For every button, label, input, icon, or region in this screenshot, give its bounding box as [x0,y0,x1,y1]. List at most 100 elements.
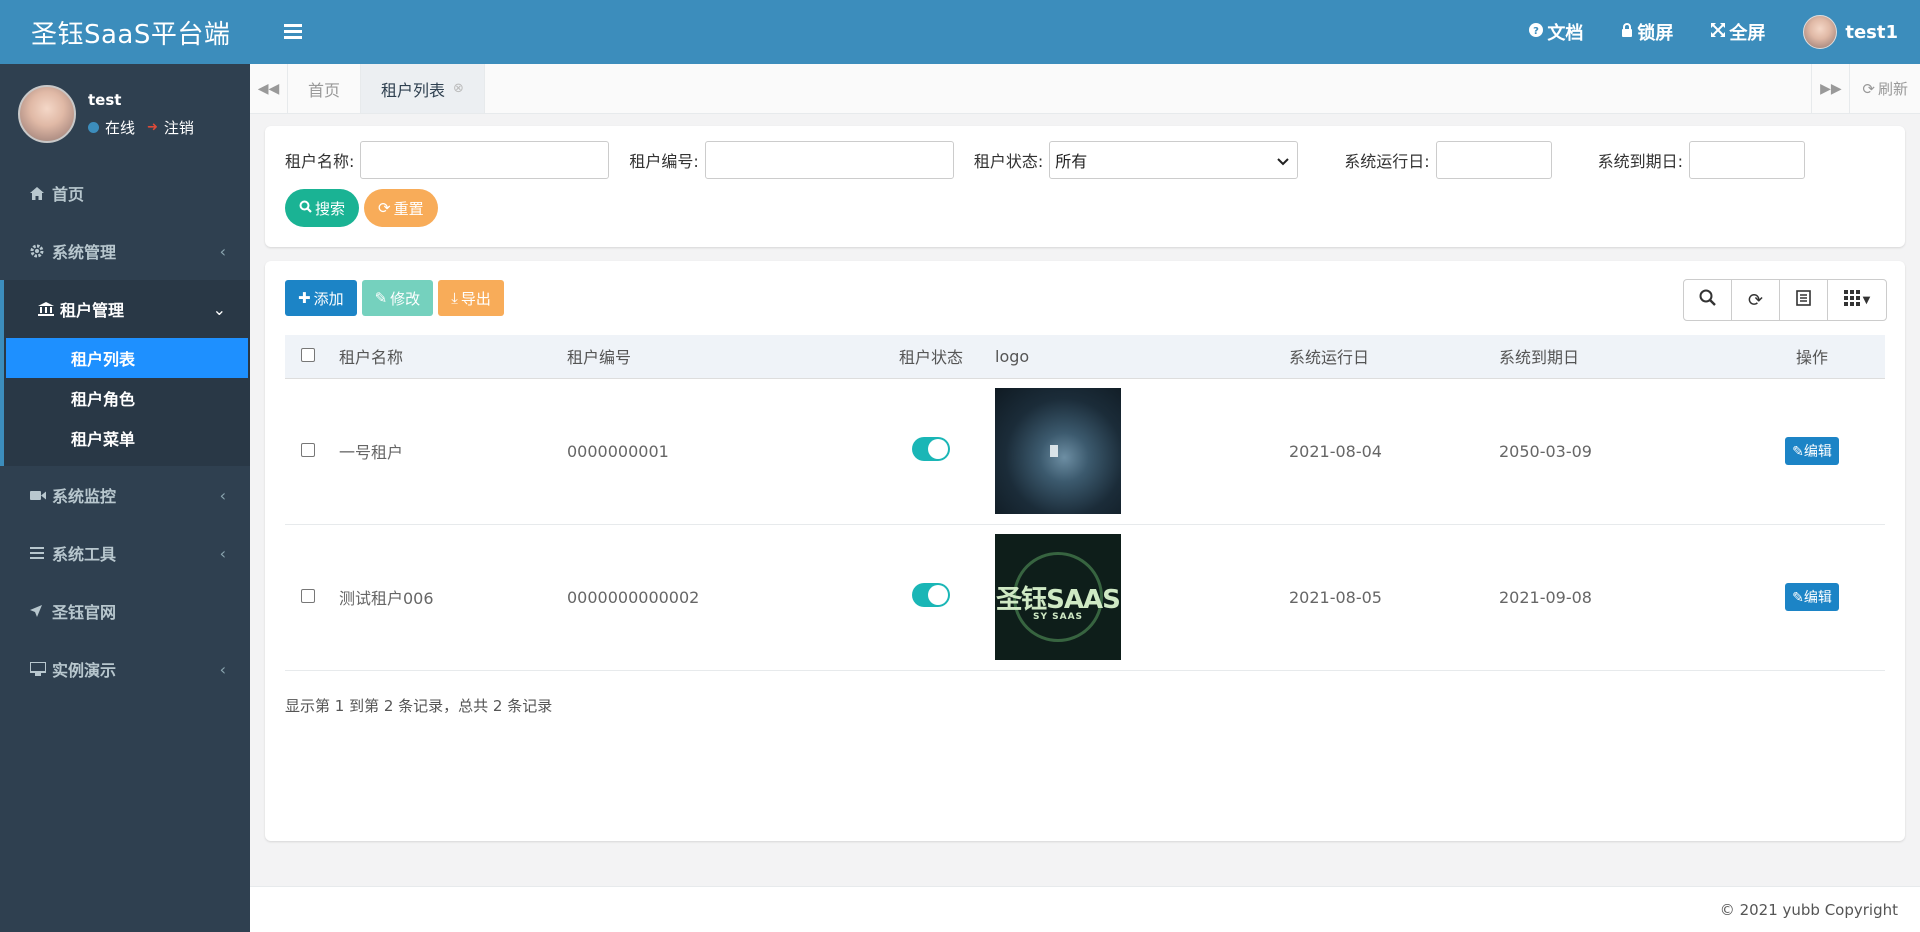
select-all-checkbox[interactable] [301,347,315,362]
submenu-item-tenant-list[interactable]: 租户列表 [6,338,248,378]
search-fields: 租户名称: 租户编号: 租户状态: 所有 系统运行日: 系统到期日: [285,140,1806,180]
bars-icon [30,547,48,559]
close-icon[interactable]: ⊗ [453,81,464,96]
edit-selected-button[interactable]: ✎ 修改 [361,280,434,316]
expire-date-label: 系统到期日: [1597,152,1684,171]
cell-run-date: 2021-08-05 [1289,524,1499,671]
location-arrow-icon [30,605,48,617]
header-username: test1 [1845,21,1898,43]
col-expire-date[interactable]: 系统到期日 [1499,335,1739,379]
tab-scroll-left-button[interactable]: ◀◀ [250,64,288,113]
home-icon [30,186,48,200]
tenant-name-label: 租户名称: [285,152,355,171]
sidebar-item-demo[interactable]: 实例演示 ‹ [0,640,250,698]
reset-button-label: 重置 [393,199,424,218]
sidebar-item-tenant-management[interactable]: 租户管理 ⌄ [0,280,250,338]
select-all-cell [285,335,339,379]
cell-actions: ✎编辑 [1739,524,1885,671]
cell-status [867,524,995,671]
tenant-status-select[interactable]: 所有 [1049,141,1299,179]
toggle-search-button[interactable] [1684,280,1732,320]
tab-tenant-list[interactable]: 租户列表 ⊗ [361,64,485,113]
sidebar-item-system-management[interactable]: 系统管理 ‹ [0,222,250,280]
double-chevron-right-icon: ▶▶ [1820,80,1842,97]
logout-link[interactable]: 注销 [164,117,194,138]
cell-expire-date: 2050-03-09 [1499,378,1739,525]
export-button[interactable]: ⤓ 导出 [438,280,504,316]
col-logo[interactable]: logo [995,335,1289,379]
chevron-down-icon: ⌄ [212,299,226,319]
tenant-name-input[interactable] [360,141,610,179]
refresh-table-button[interactable]: ⟳ [1732,280,1780,320]
reset-button[interactable]: ⟳ 重置 [364,189,438,227]
export-button-label: 导出 [460,289,491,308]
tenant-code-input[interactable] [704,141,954,179]
sidebar-item-system-tools[interactable]: 系统工具 ‹ [0,524,250,582]
row-select-cell [285,378,339,525]
submenu-item-tenant-menu[interactable]: 租户菜单 [4,418,250,458]
edit-icon: ✎ [1792,590,1804,606]
cell-expire-date: 2021-09-08 [1499,524,1739,671]
col-tenant-name[interactable]: 租户名称 [339,335,567,379]
video-camera-icon [30,490,48,501]
submenu-item-tenant-role[interactable]: 租户角色 [4,378,250,418]
lock-screen-link[interactable]: 锁屏 [1621,19,1673,45]
toggle-view-button[interactable] [1780,280,1828,320]
row-edit-button[interactable]: ✎编辑 [1785,437,1839,465]
search-panel: 租户名称: 租户编号: 租户状态: 所有 系统运行日: 系统到期日: 搜索 ⟳ … [265,126,1905,247]
edit-button-label: 修改 [390,289,421,308]
row-checkbox[interactable] [301,442,315,457]
top-header: ? 文档 锁屏 全屏 test1 [250,0,1920,64]
row-edit-button[interactable]: ✎编辑 [1785,583,1839,611]
tab-home[interactable]: 首页 [288,64,362,113]
add-button[interactable]: ✚ 添加 [285,280,357,316]
edit-label: 编辑 [1803,590,1832,606]
search-button-label: 搜索 [315,199,346,218]
col-run-date[interactable]: 系统运行日 [1289,335,1499,379]
table-header-row: 租户名称 租户编号 租户状态 logo 系统运行日 系统到期日 操作 [285,335,1885,379]
columns-dropdown-button[interactable]: ▼ [1828,280,1886,320]
status-toggle[interactable] [912,583,950,607]
chevron-left-icon: ‹ [219,543,226,563]
col-tenant-code[interactable]: 租户编号 [567,335,867,379]
cell-tenant-code: 0000000000002 [567,524,867,671]
table-row: 一号租户 0000000001 2021-08-04 2050-03-09 ✎编… [285,378,1885,525]
sidebar-item-official-site[interactable]: 圣钰官网 [0,582,250,640]
tenant-code-label: 租户编号: [629,152,699,171]
sidebar-item-label: 实例演示 [52,661,117,680]
svg-text:?: ? [1533,26,1539,37]
brand-title: 圣钰SaaS平台端 [0,0,250,64]
search-button[interactable]: 搜索 [285,189,360,227]
sidebar-item-system-monitor[interactable]: 系统监控 ‹ [0,466,250,524]
refresh-tab-button[interactable]: ⟳ 刷新 [1849,64,1920,113]
status-toggle[interactable] [912,437,950,461]
docs-label: 文档 [1547,23,1584,44]
row-checkbox[interactable] [301,588,315,603]
user-menu[interactable]: test1 [1803,15,1898,49]
lock-icon [1621,23,1633,41]
edit-label: 编辑 [1803,444,1832,460]
tenant-table: 租户名称 租户编号 租户状态 logo 系统运行日 系统到期日 操作 一号租户 … [285,335,1885,671]
expire-date-input[interactable] [1689,141,1806,179]
tab-scroll-right-button[interactable]: ▶▶ [1811,64,1849,113]
edit-icon: ✎ [1792,444,1804,460]
logo-text: 圣钰SAAS [996,584,1121,615]
run-date-input[interactable] [1435,141,1552,179]
avatar [18,85,76,143]
tab-spacer [485,64,1811,113]
user-name: test [88,90,122,109]
cell-tenant-code: 0000000001 [567,378,867,525]
docs-link[interactable]: ? 文档 [1529,19,1583,45]
pagination-info: 显示第 1 到第 2 条记录，总共 2 条记录 [285,697,553,715]
cell-logo [995,378,1289,525]
cell-actions: ✎编辑 [1739,378,1885,525]
sidebar-item-label: 系统管理 [52,243,117,262]
sidebar-item-home[interactable]: 首页 [0,164,250,222]
run-date-label: 系统运行日: [1344,152,1430,171]
tenant-status-label: 租户状态: [973,152,1044,171]
table-row: 测试租户006 0000000000002 圣钰SAAS SY SAAS 202… [285,524,1885,671]
expand-icon [1711,23,1726,41]
menu-toggle-icon[interactable] [284,20,302,45]
col-tenant-status[interactable]: 租户状态 [867,335,995,379]
fullscreen-link[interactable]: 全屏 [1711,19,1765,45]
